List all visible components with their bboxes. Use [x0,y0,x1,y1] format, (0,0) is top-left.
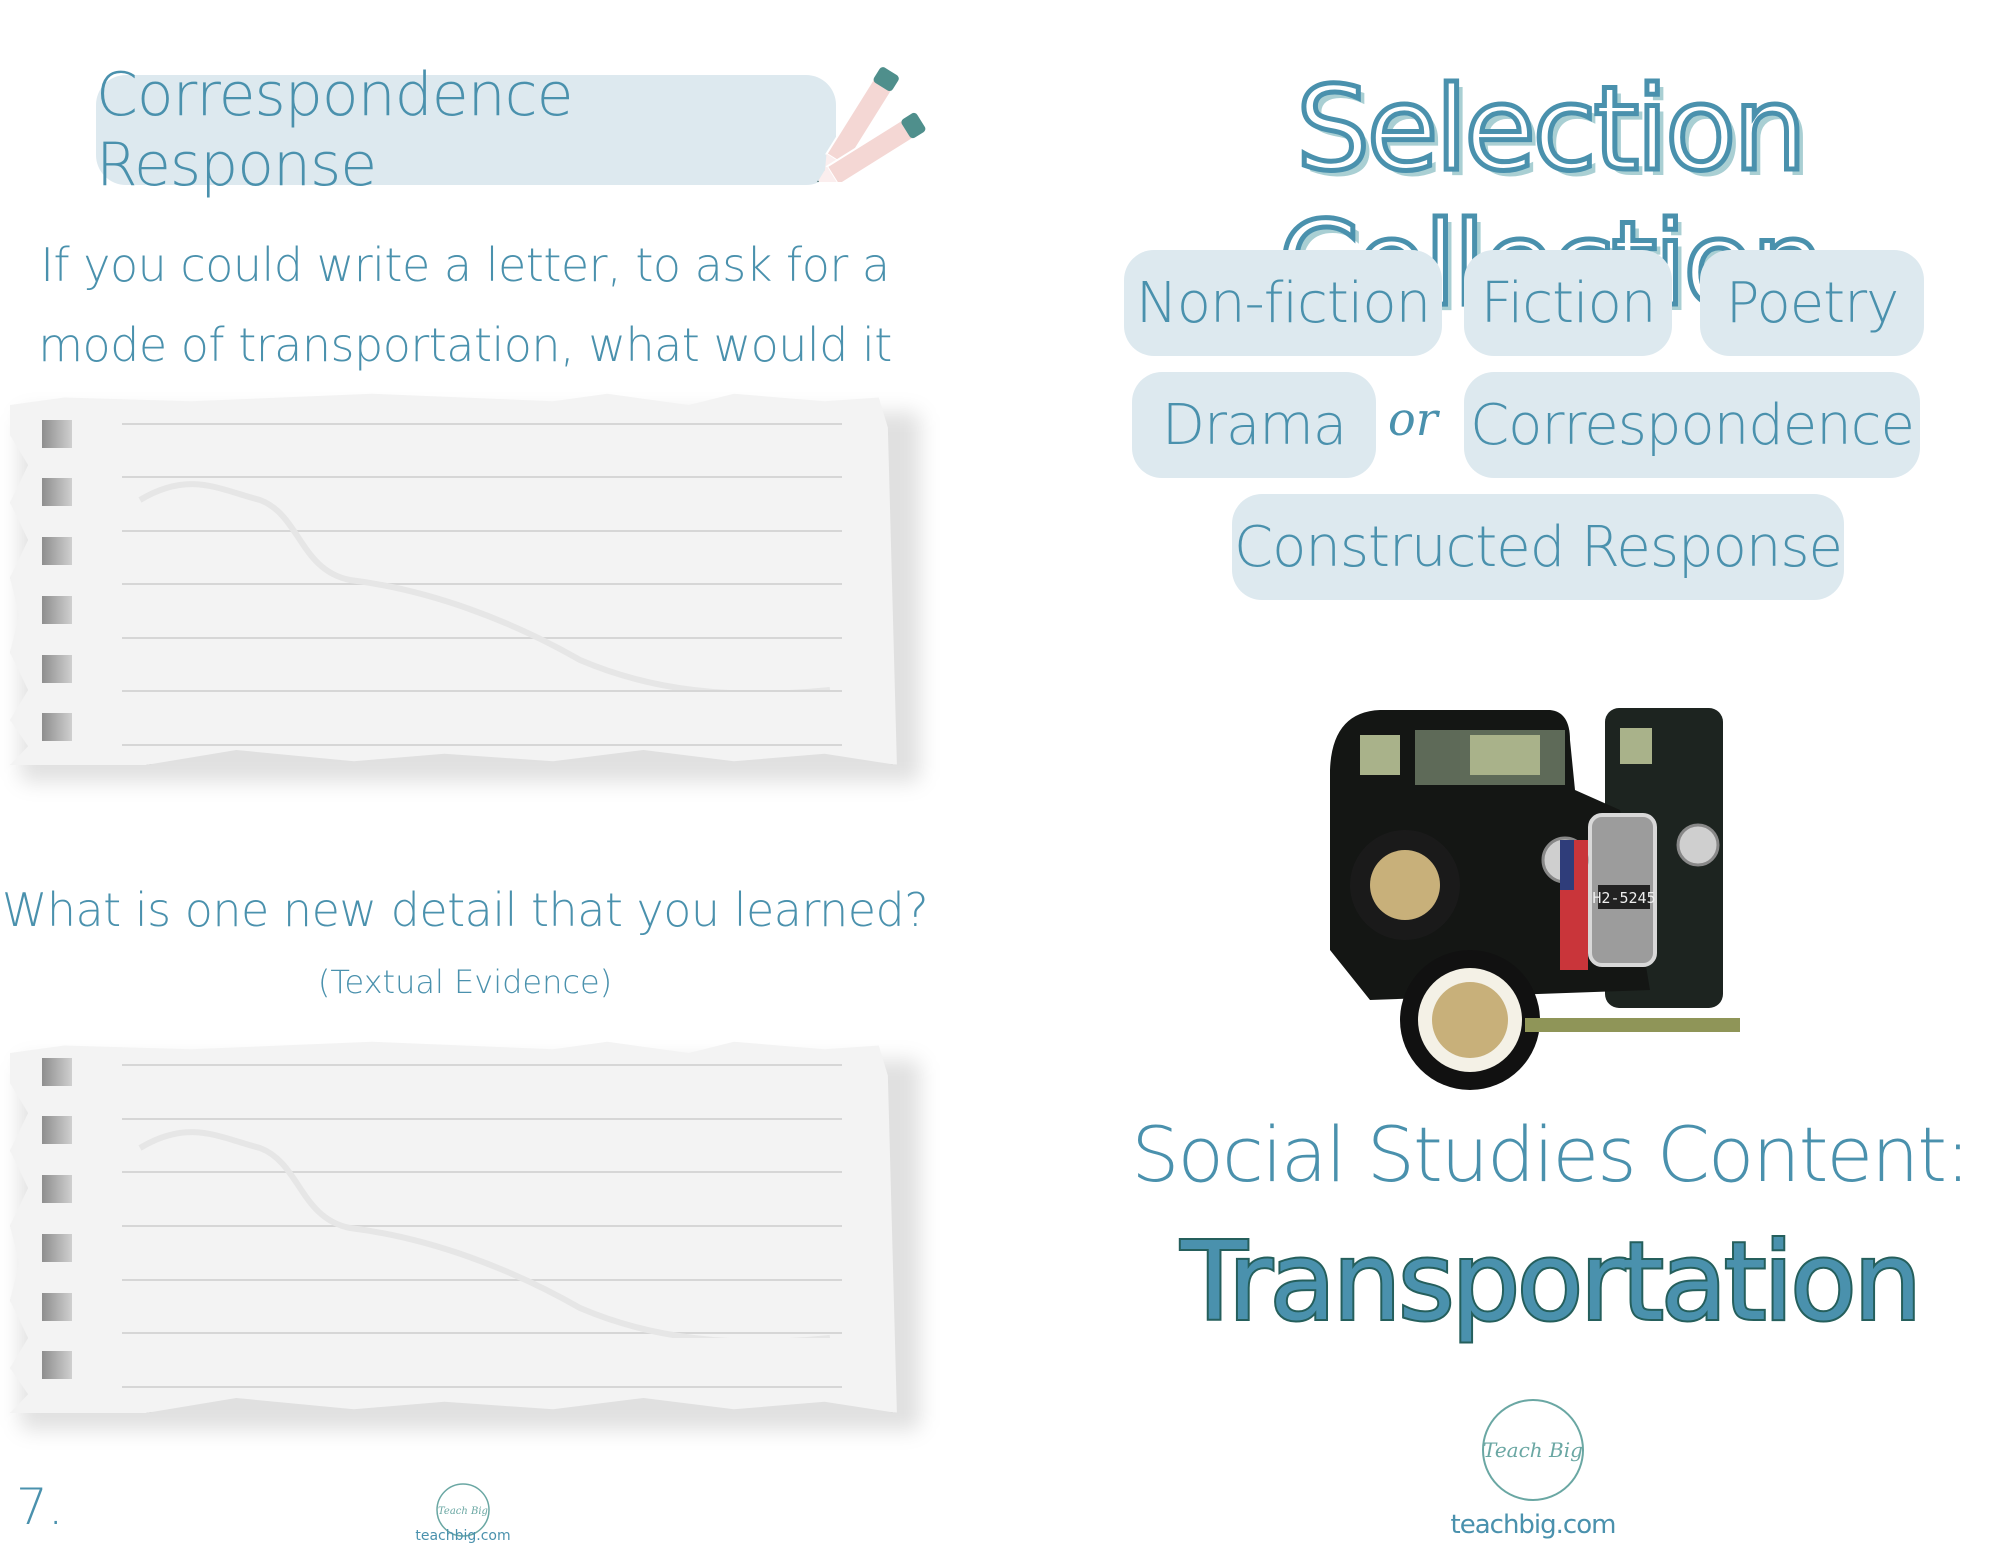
genre-pill-correspondence: Correspondence [1464,372,1920,478]
big-logo-text: Teach Big [1483,1438,1583,1462]
content-label: Social Studies Content: [1131,1110,1970,1199]
question-2: What is one new detail that you learned? [1,883,929,937]
pencils-icon [814,67,926,182]
genre-pill-fiction: Fiction [1464,250,1672,356]
footer-url-right[interactable]: teachbig.com [1430,1510,1636,1540]
license-plate: H2-5245 [1592,889,1655,907]
genre-pill-nonfiction: Non-fiction [1124,250,1442,356]
small-logo-text: Teach Big [438,1506,488,1517]
answer-area-2[interactable] [10,1038,920,1430]
vintage-car-image: H2-5245 [1330,708,1740,1090]
page-number: 7. [16,1478,64,1536]
genre-pill-constructed-response: Constructed Response [1232,494,1844,600]
question-1-line-1: If you could write a letter, to ask for … [40,238,890,292]
answer-area-1[interactable] [10,390,920,782]
section-title-pill: Correspondence Response [96,60,836,200]
topic-title: Transportation [1179,1218,1924,1347]
teach-big-logo-icon: Teach Big [1482,1399,1584,1501]
section-title: Correspondence Response [96,60,574,200]
genre-pill-drama: Drama [1132,372,1376,478]
genre-pill-poetry: Poetry [1700,250,1924,356]
or-connector: or [1388,392,1438,446]
question-2-note: (Textual Evidence) [317,963,613,1001]
footer-url[interactable]: teachbig.com [400,1528,526,1544]
